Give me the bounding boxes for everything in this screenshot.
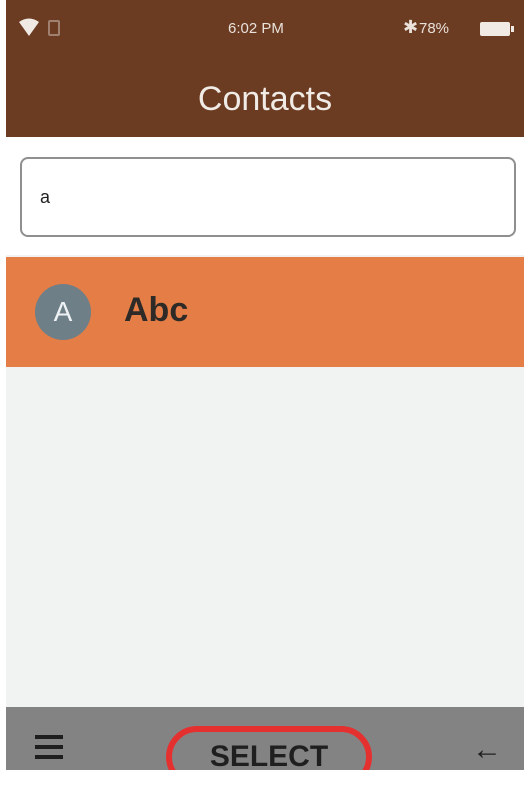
phone-screen: 6:02 PM ✱ 78% Contacts A Abc SELECT ←	[6, 0, 524, 770]
app-header: 6:02 PM ✱ 78% Contacts	[6, 0, 524, 137]
bluetooth-icon: ✱	[403, 17, 419, 37]
menu-icon[interactable]	[35, 735, 63, 759]
status-time: 6:02 PM	[228, 20, 284, 37]
search-area	[6, 137, 524, 255]
back-arrow-icon[interactable]: ←	[472, 735, 502, 765]
battery-percent: 78%	[419, 20, 450, 37]
wifi-icon	[19, 18, 39, 36]
contact-list-item[interactable]: A Abc	[6, 257, 524, 367]
avatar: A	[35, 284, 91, 340]
sim-icon	[48, 20, 60, 36]
contact-name: Abc	[124, 291, 189, 329]
bottom-bar: SELECT ←	[6, 707, 524, 770]
status-bar: 6:02 PM ✱ 78%	[6, 8, 524, 52]
page-title: Contacts	[197, 80, 333, 118]
battery-icon	[480, 22, 514, 36]
select-button[interactable]: SELECT	[166, 726, 372, 770]
search-input[interactable]	[20, 157, 516, 237]
